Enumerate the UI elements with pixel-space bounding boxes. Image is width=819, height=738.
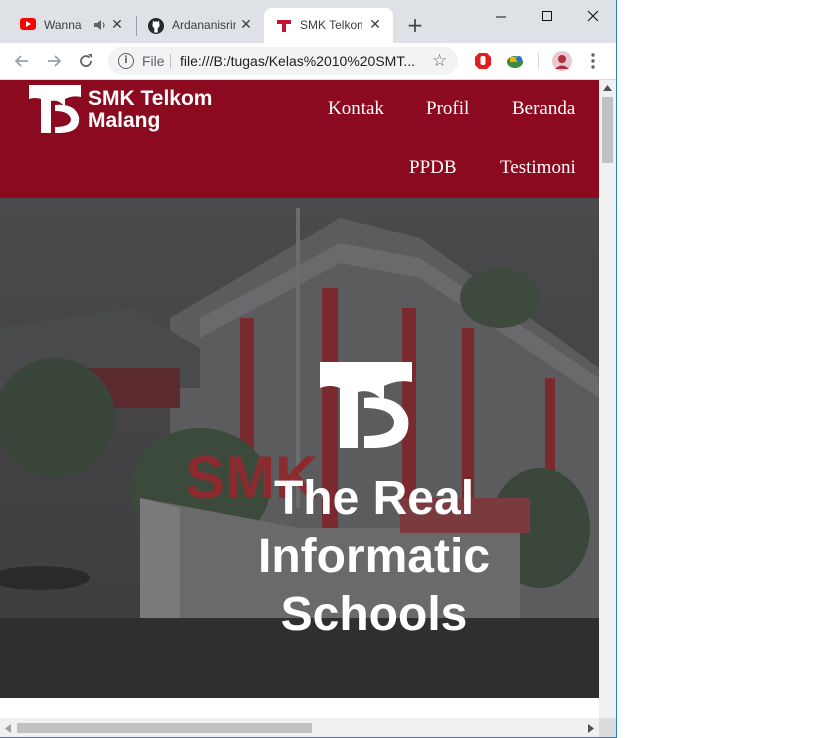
hero-title-line-3: Schools [280,588,468,641]
omnibox-divider [170,54,171,69]
tab-close-icon[interactable]: ✕ [109,17,125,33]
bookmark-star-icon[interactable]: ☆ [432,51,447,71]
address-bar[interactable]: i File file:///B:/tugas/Kelas%2010%20SMT… [108,47,458,75]
extension-icon[interactable] [505,52,525,70]
tab-close-icon[interactable]: ✕ [367,17,383,33]
url-text[interactable]: file:///B:/tugas/Kelas%2010%20SMT... [180,53,420,69]
site-logo[interactable]: SMK Telkom Malang [29,85,229,137]
browser-window: Wanna ✕ Ardananisrin ✕ SMK Telkom ✕ + i … [0,0,617,738]
horizontal-scroll-thumb[interactable] [17,723,312,733]
adblock-extension-icon[interactable] [474,52,492,70]
new-tab-button[interactable]: + [405,15,425,35]
telkom-logo-icon [29,85,81,133]
audio-playing-icon[interactable] [94,19,107,31]
close-icon [587,10,599,22]
nav-link-kontak[interactable]: Kontak [328,98,384,120]
profile-avatar-icon[interactable] [552,51,572,71]
hero-title: The Real Informatic Schools [176,470,572,644]
scroll-right-arrow-icon[interactable] [588,724,594,733]
browser-toolbar: i File file:///B:/tugas/Kelas%2010%20SMT… [0,43,616,80]
page-viewport: SMK Telkom Malang Kontak Profil Beranda … [0,80,599,718]
nav-link-profil[interactable]: Profil [426,98,469,120]
nav-link-testimoni[interactable]: Testimoni [500,157,576,179]
maximize-button[interactable] [524,5,570,27]
reload-button[interactable] [76,51,96,71]
scrollbar-corner [599,718,616,737]
horizontal-scrollbar[interactable] [0,718,599,737]
brand-line-1: SMK Telkom [88,87,213,110]
tab-youtube[interactable]: Wanna ✕ [0,8,135,43]
security-label: File [142,53,165,69]
tab-title: Wanna [44,18,82,32]
forward-button[interactable] [44,51,64,71]
tab-close-icon[interactable]: ✕ [238,17,254,33]
site-navbar: SMK Telkom Malang Kontak Profil Beranda … [0,80,599,198]
back-arrow-icon [14,55,28,67]
hero-title-line-2: Informatic [257,530,491,583]
reload-icon [80,54,92,67]
minimize-icon [496,16,506,18]
tab-title: SMK Telkom [300,18,362,32]
scroll-left-arrow-icon[interactable] [5,724,11,733]
tab-title: Ardananisrin [172,18,236,32]
hero-ts-logo-icon [320,362,412,448]
back-button[interactable] [12,51,32,71]
toolbar-divider [538,52,539,70]
tab-smk-telkom-active[interactable]: SMK Telkom ✕ [264,8,393,43]
tab-github[interactable]: Ardananisrin ✕ [138,8,264,43]
brand-name: SMK Telkom Malang [88,88,212,132]
vertical-scrollbar[interactable] [599,80,616,718]
forward-arrow-icon [48,55,62,67]
hero-title-line-1: The Real [273,472,475,525]
hero-section: SMK The Real Informatic Schools [0,198,599,698]
brand-line-2: Malang [88,109,161,132]
page-content-below-hero [0,698,599,718]
tab-strip: Wanna ✕ Ardananisrin ✕ SMK Telkom ✕ + [0,0,616,43]
nav-link-ppdb[interactable]: PPDB [409,157,457,179]
github-icon [148,18,164,34]
vertical-scroll-thumb[interactable] [602,97,613,163]
tab-divider [136,16,137,36]
telkom-favicon [277,20,291,32]
info-icon[interactable]: i [118,53,134,69]
scroll-up-arrow-icon[interactable] [603,85,612,91]
youtube-icon [20,18,36,30]
maximize-icon [542,11,552,21]
nav-link-beranda[interactable]: Beranda [512,98,575,120]
more-menu-icon[interactable] [590,52,596,70]
minimize-button[interactable] [478,5,524,27]
close-window-button[interactable] [570,5,616,27]
